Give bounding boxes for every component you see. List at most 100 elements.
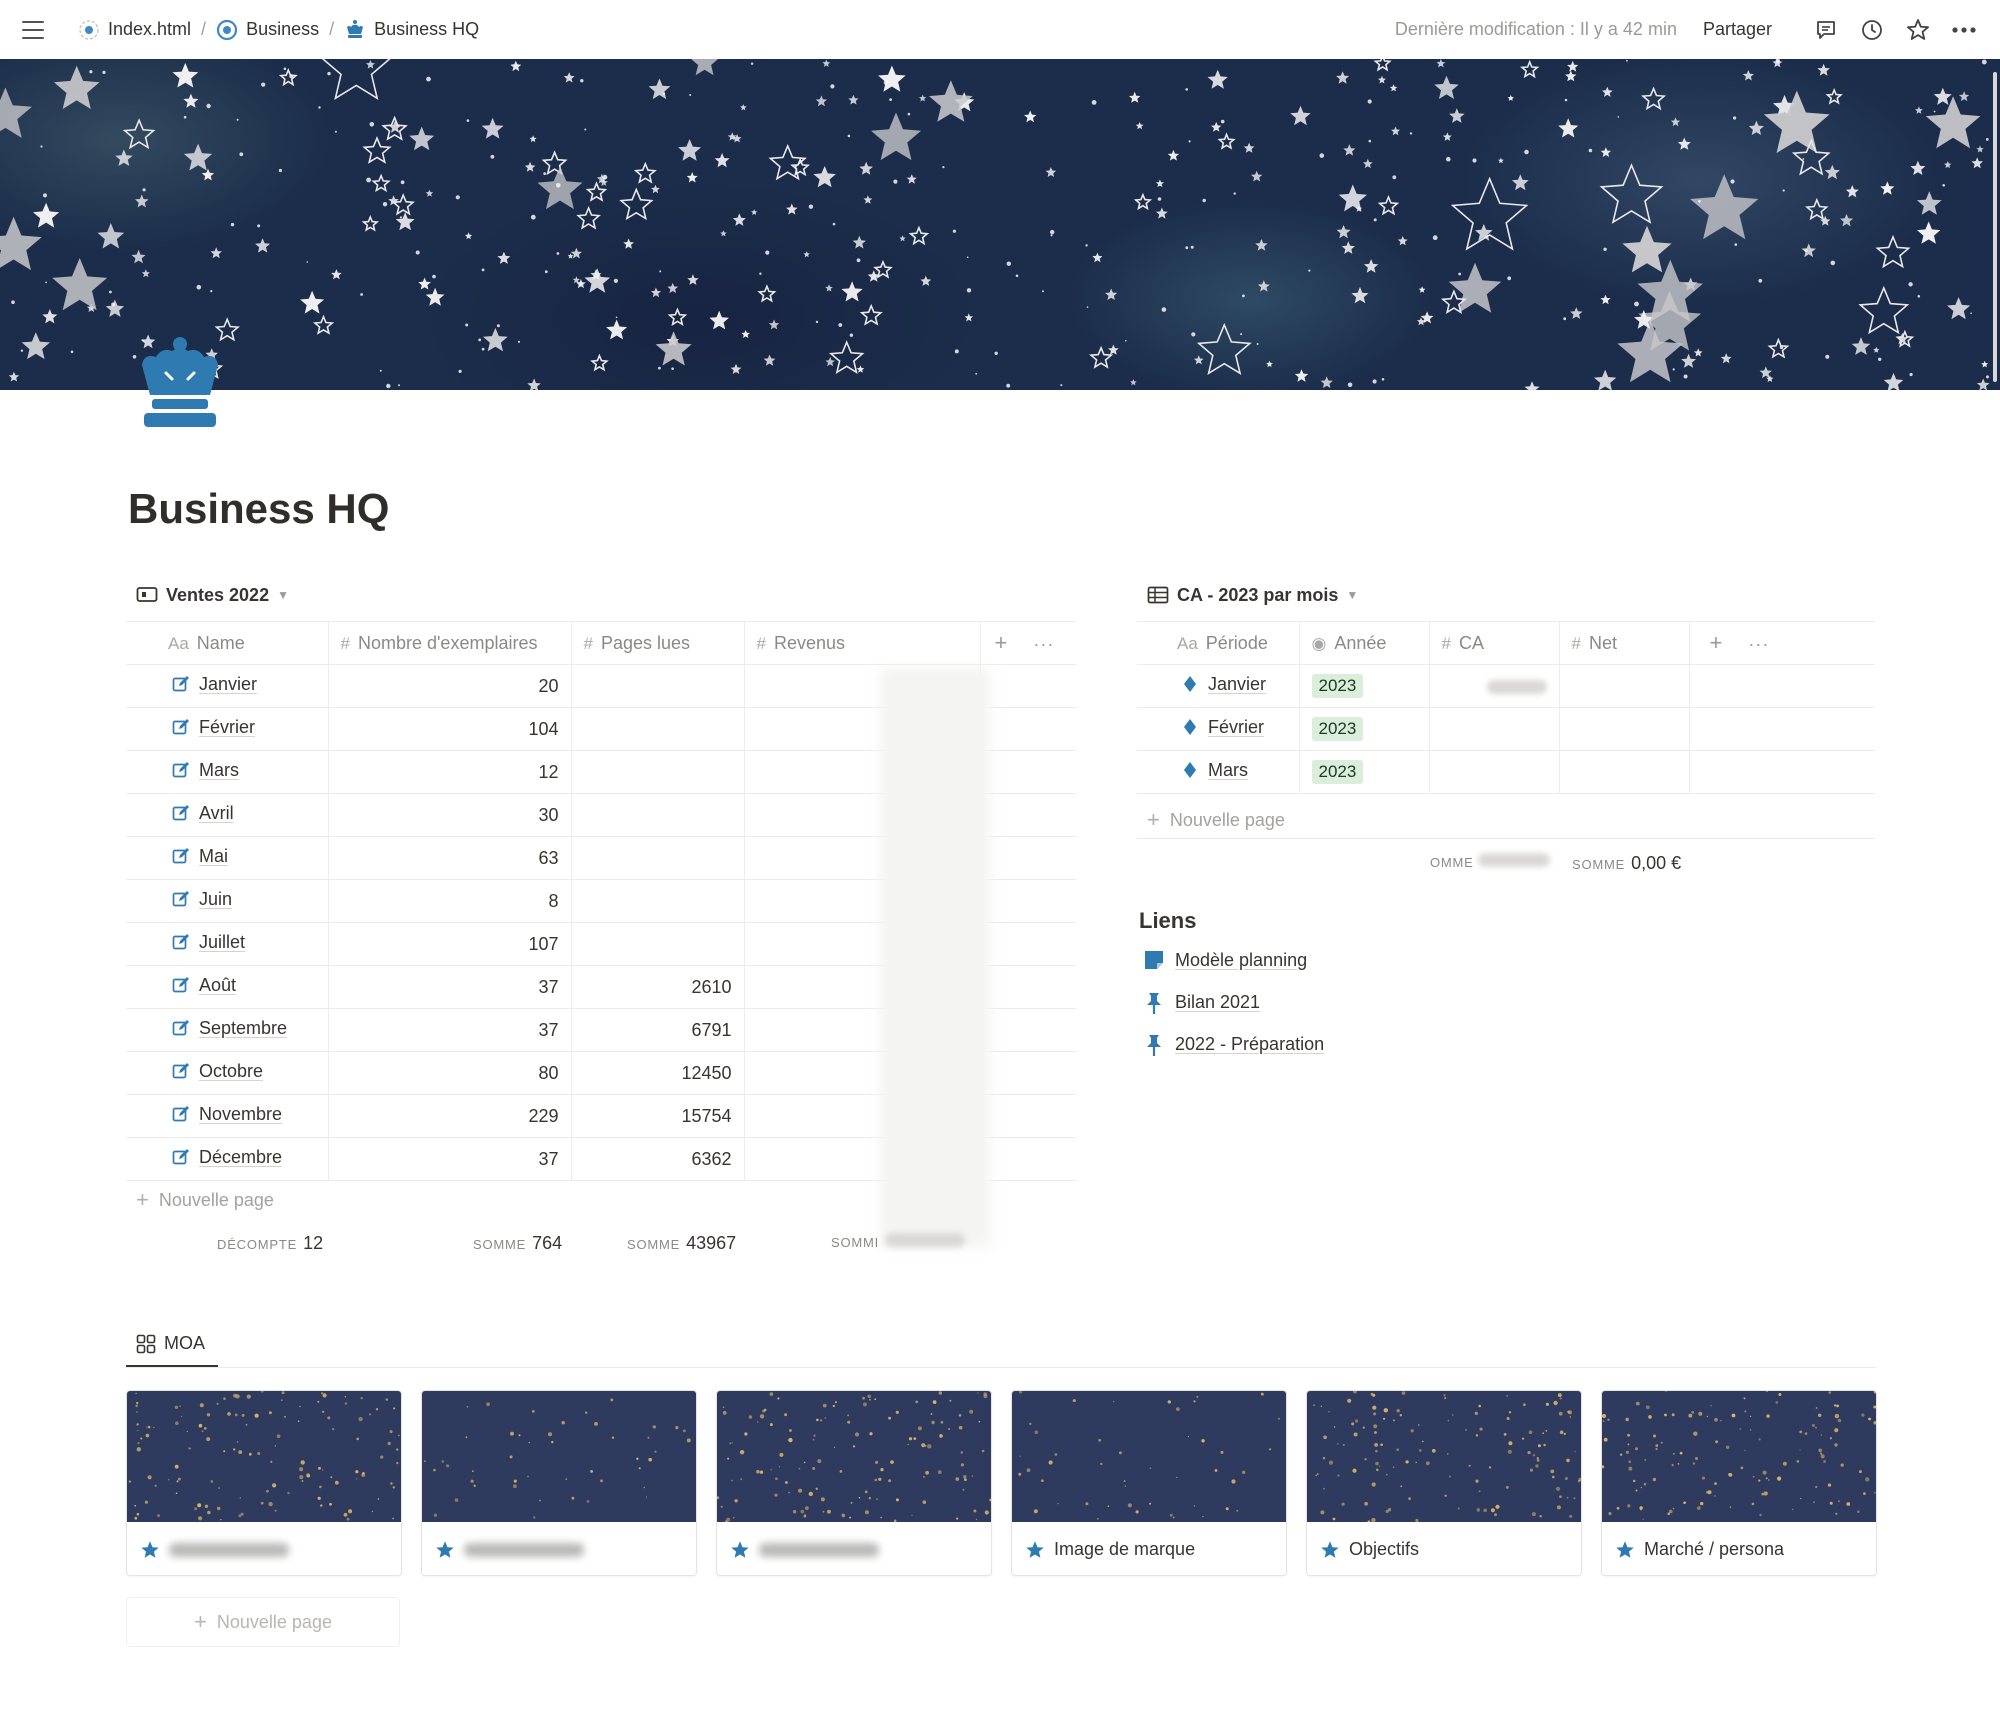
chevron-down-icon[interactable]: ▼ (1346, 588, 1358, 602)
cell-ca[interactable] (1428, 750, 1559, 794)
cell-name[interactable]: Décembre (126, 1137, 328, 1181)
cell-copies[interactable]: 229 (327, 1094, 571, 1138)
cell-copies[interactable]: 63 (327, 836, 571, 880)
cell-copies[interactable]: 8 (327, 879, 571, 923)
cell-net[interactable] (1558, 664, 1689, 708)
cell-name[interactable]: Avril (126, 793, 328, 837)
cell-pages[interactable] (570, 707, 744, 751)
gallery-new-page-button[interactable]: + Nouvelle page (126, 1597, 400, 1647)
share-button[interactable]: Partager (1703, 19, 1772, 40)
cell-pages[interactable] (570, 793, 744, 837)
column-header-periode[interactable]: Aa Période (1137, 621, 1299, 665)
link-modele-planning[interactable]: Modèle planning (1143, 949, 1307, 971)
gallery-card[interactable]: Objectifs (1306, 1390, 1582, 1576)
cell-ca[interactable] (1428, 707, 1559, 751)
chevron-down-icon[interactable]: ▼ (277, 588, 289, 602)
cell-name[interactable]: Janvier (126, 664, 328, 708)
breadcrumb-item-business[interactable]: Business (246, 19, 319, 40)
link-bilan-2021[interactable]: Bilan 2021 (1143, 991, 1260, 1014)
database-title-ventes[interactable]: Ventes 2022 ▼ (136, 584, 289, 606)
cell-pages[interactable]: 6362 (570, 1137, 744, 1181)
gallery-card[interactable]: Image de marque (1011, 1390, 1287, 1576)
gallery-card[interactable] (421, 1390, 697, 1576)
cell-net[interactable] (1558, 750, 1689, 794)
cell-name[interactable]: Mai (126, 836, 328, 880)
cell-copies[interactable]: 30 (327, 793, 571, 837)
column-header-annee[interactable]: ◉ Année (1298, 621, 1429, 665)
page-title[interactable]: Business HQ (128, 485, 389, 533)
favorite-star-icon[interactable] (1904, 16, 1932, 44)
new-page-button[interactable]: + Nouvelle page (136, 1187, 274, 1213)
cell-ca[interactable] (1428, 664, 1559, 708)
plus-icon: + (194, 1609, 207, 1634)
tab-moa[interactable]: MOA (126, 1322, 218, 1368)
cell-net[interactable] (1558, 707, 1689, 751)
comment-icon[interactable] (1812, 16, 1840, 44)
gallery-card[interactable] (716, 1390, 992, 1576)
link-2022-preparation[interactable]: 2022 - Préparation (1143, 1033, 1324, 1056)
cell-pages[interactable]: 2610 (570, 965, 744, 1009)
add-column-button[interactable]: + ··· (979, 621, 1076, 665)
cell-pages[interactable] (570, 664, 744, 708)
net-sum-calc[interactable]: SOMME 0,00 € (1572, 853, 1681, 874)
cell-pages[interactable] (570, 879, 744, 923)
table-row[interactable]: Janvier 2023 (1137, 664, 1875, 708)
table-row[interactable]: Mars 2023 (1137, 750, 1875, 794)
cell-name[interactable]: Septembre (126, 1008, 328, 1052)
database-title-ca[interactable]: CA - 2023 par mois ▼ (1147, 584, 1358, 606)
cell-copies[interactable]: 12 (327, 750, 571, 794)
cell-copies[interactable]: 20 (327, 664, 571, 708)
column-header-ca[interactable]: # CA (1428, 621, 1559, 665)
blurred-card-title (169, 1542, 289, 1557)
column-header-net[interactable]: # Net (1558, 621, 1689, 665)
cell-copies[interactable]: 80 (327, 1051, 571, 1095)
cell-name[interactable]: Mars (126, 750, 328, 794)
sales-copies-sum[interactable]: SOMME 764 (473, 1233, 562, 1254)
scrollbar[interactable] (1993, 72, 1997, 382)
cell-pages[interactable]: 6791 (570, 1008, 744, 1052)
gallery-card[interactable]: Marché / persona (1601, 1390, 1877, 1576)
menu-icon[interactable] (22, 20, 44, 39)
cell-annee[interactable]: 2023 (1298, 750, 1429, 794)
edit-page-icon (172, 1105, 190, 1123)
cell-copies[interactable]: 37 (327, 1008, 571, 1052)
cell-copies[interactable]: 37 (327, 1137, 571, 1181)
cell-name[interactable]: Août (126, 965, 328, 1009)
sales-count-calc[interactable]: DÉCOMPTE 12 (217, 1233, 323, 1254)
cell-pages[interactable]: 12450 (570, 1051, 744, 1095)
cell-periode[interactable]: Février (1137, 707, 1299, 751)
ca-sum-calc[interactable]: OMME (1430, 853, 1550, 870)
sales-pages-sum[interactable]: SOMME 43967 (627, 1233, 736, 1254)
add-column-button[interactable]: + ··· (1688, 621, 1875, 665)
cell-periode[interactable]: Mars (1137, 750, 1299, 794)
new-page-button[interactable]: + Nouvelle page (1147, 807, 1285, 833)
crown-icon[interactable] (136, 335, 224, 431)
table-row[interactable]: Février 2023 (1137, 707, 1875, 751)
history-icon[interactable] (1858, 16, 1886, 44)
breadcrumb-item-business-hq[interactable]: Business HQ (374, 19, 479, 40)
cell-copies[interactable]: 107 (327, 922, 571, 966)
cell-pages[interactable]: 15754 (570, 1094, 744, 1138)
edit-page-icon (172, 761, 190, 779)
column-header-revenus[interactable]: # Revenus (743, 621, 980, 665)
gallery-card[interactable] (126, 1390, 402, 1576)
cell-pages[interactable] (570, 750, 744, 794)
cell-name[interactable]: Février (126, 707, 328, 751)
cell-name[interactable]: Juillet (126, 922, 328, 966)
cell-copies[interactable]: 104 (327, 707, 571, 751)
column-header-copies[interactable]: # Nombre d'exemplaires (327, 621, 571, 665)
cell-pages[interactable] (570, 836, 744, 880)
cell-periode[interactable]: Janvier (1137, 664, 1299, 708)
cell-pages[interactable] (570, 922, 744, 966)
column-header-pages[interactable]: # Pages lues (570, 621, 744, 665)
cell-name[interactable]: Octobre (126, 1051, 328, 1095)
column-header-name[interactable]: Aa Name (126, 621, 328, 665)
more-options-icon[interactable] (1950, 16, 1978, 44)
cell-annee[interactable]: 2023 (1298, 707, 1429, 751)
breadcrumb-item-index[interactable]: Index.html (108, 19, 191, 40)
cell-name[interactable]: Juin (126, 879, 328, 923)
cell-copies[interactable]: 37 (327, 965, 571, 1009)
cell-name[interactable]: Novembre (126, 1094, 328, 1138)
sales-revenue-sum[interactable]: SOMMI (831, 1233, 966, 1250)
cell-annee[interactable]: 2023 (1298, 664, 1429, 708)
